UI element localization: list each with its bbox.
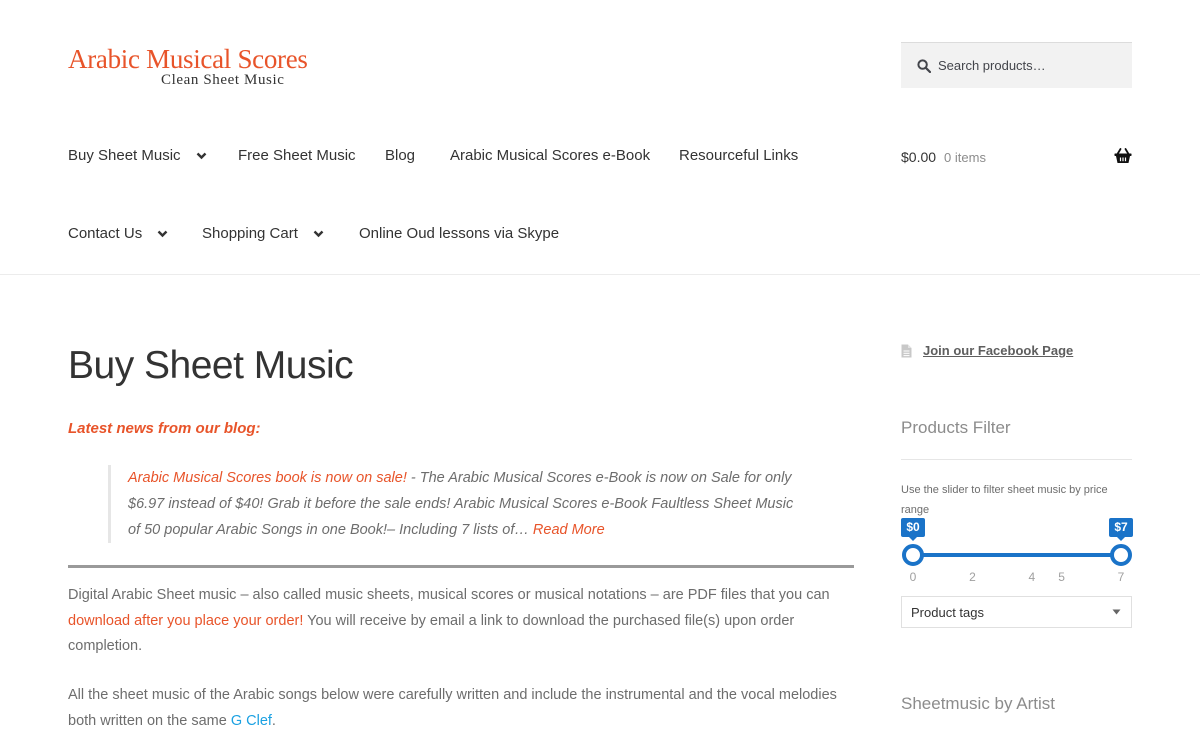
chevron-down-icon [196, 152, 206, 159]
news-post-link[interactable]: Arabic Musical Scores book is now on sal… [128, 470, 407, 486]
price-range-slider[interactable]: $0 $7 0 2 4 5 7 [901, 516, 1133, 586]
g-clef-link[interactable]: G Clef [231, 713, 272, 729]
latest-news-quote: Arabic Musical Scores book is now on sal… [108, 465, 808, 543]
nav-label: Resourceful Links [679, 147, 799, 164]
nav-buy-sheet-music[interactable]: Buy Sheet Music [68, 147, 207, 164]
max-price-handle[interactable] [1110, 544, 1132, 566]
intro-paragraph: Digital Arabic Sheet music – also called… [68, 583, 854, 660]
nav-contact-us[interactable]: Contact Us [68, 225, 168, 242]
max-price-label: $7 [1109, 518, 1133, 541]
nav-resourceful-links[interactable]: Resourceful Links [679, 147, 798, 164]
search-icon [917, 58, 931, 73]
facebook-page-link[interactable]: Join our Facebook Page [923, 343, 1073, 358]
nav-label: Blog [385, 147, 416, 164]
slider-tick-label: 0 [909, 570, 917, 584]
search-input[interactable] [938, 58, 1128, 73]
nav-label: Arabic Musical Scores e-Book [450, 147, 651, 164]
document-icon [901, 344, 912, 357]
min-price-handle[interactable] [902, 544, 924, 566]
product-tags-select[interactable]: Product tags [901, 596, 1132, 628]
basket-icon[interactable] [1114, 148, 1132, 164]
nav-label: Buy Sheet Music [68, 147, 181, 164]
min-price-label: $0 [901, 518, 925, 541]
filter-hint: Use the slider to filter sheet music by … [901, 484, 1108, 516]
facebook-widget: Join our Facebook Page [901, 343, 1073, 358]
header-divider [0, 274, 1200, 275]
dropdown-arrow-icon [1112, 609, 1121, 615]
songs-text-after: . [271, 712, 276, 729]
nav-blog[interactable]: Blog [385, 147, 415, 164]
nav-label: Online Oud lessons via Skype [359, 225, 560, 242]
nav-shopping-cart[interactable]: Shopping Cart [202, 225, 324, 242]
nav-ebook[interactable]: Arabic Musical Scores e-Book [450, 147, 650, 164]
chevron-down-icon [157, 230, 168, 237]
slider-tick-label: 2 [969, 570, 976, 584]
latest-news-heading: Latest news from our blog: [68, 420, 261, 437]
slider-tick-label: 5 [1058, 570, 1065, 584]
nav-label: Shopping Cart [202, 225, 298, 242]
songs-paragraph: All the sheet music of the Arabic songs … [68, 683, 854, 734]
page-title: Buy Sheet Music [68, 344, 354, 387]
products-filter-title: Products Filter [901, 418, 1011, 437]
content-divider [68, 565, 854, 568]
nav-label: Free Sheet Music [238, 147, 356, 164]
nav-label: Contact Us [68, 225, 143, 242]
site-logo[interactable]: Arabic Musical Scores Clean Sheet Music [68, 44, 308, 89]
download-after-order-link[interactable]: download after you place your order! [68, 613, 303, 629]
widget-divider [901, 459, 1132, 460]
chevron-down-icon [313, 230, 324, 237]
product-search[interactable] [901, 42, 1132, 88]
slider-track[interactable] [913, 553, 1121, 557]
cart-amount: $0.00 [901, 149, 937, 165]
songs-text-before: All the sheet music of the Arabic songs … [68, 687, 837, 729]
read-more-link[interactable]: Read More [533, 522, 605, 538]
site-title: Arabic Musical Scores [68, 44, 308, 74]
cart-count: 0 items [944, 149, 986, 165]
sheetmusic-by-artist-title: Sheetmusic by Artist [901, 694, 1056, 713]
nav-oud-lessons[interactable]: Online Oud lessons via Skype [359, 225, 559, 242]
product-tags-value: Product tags [911, 604, 984, 620]
slider-tick-label: 7 [1117, 570, 1125, 584]
header-cart[interactable]: $0.00 0 items [901, 148, 1132, 166]
slider-tick-label: 4 [1028, 570, 1036, 584]
nav-free-sheet-music[interactable]: Free Sheet Music [238, 147, 356, 164]
intro-text-before: Digital Arabic Sheet music – also called… [68, 587, 830, 603]
